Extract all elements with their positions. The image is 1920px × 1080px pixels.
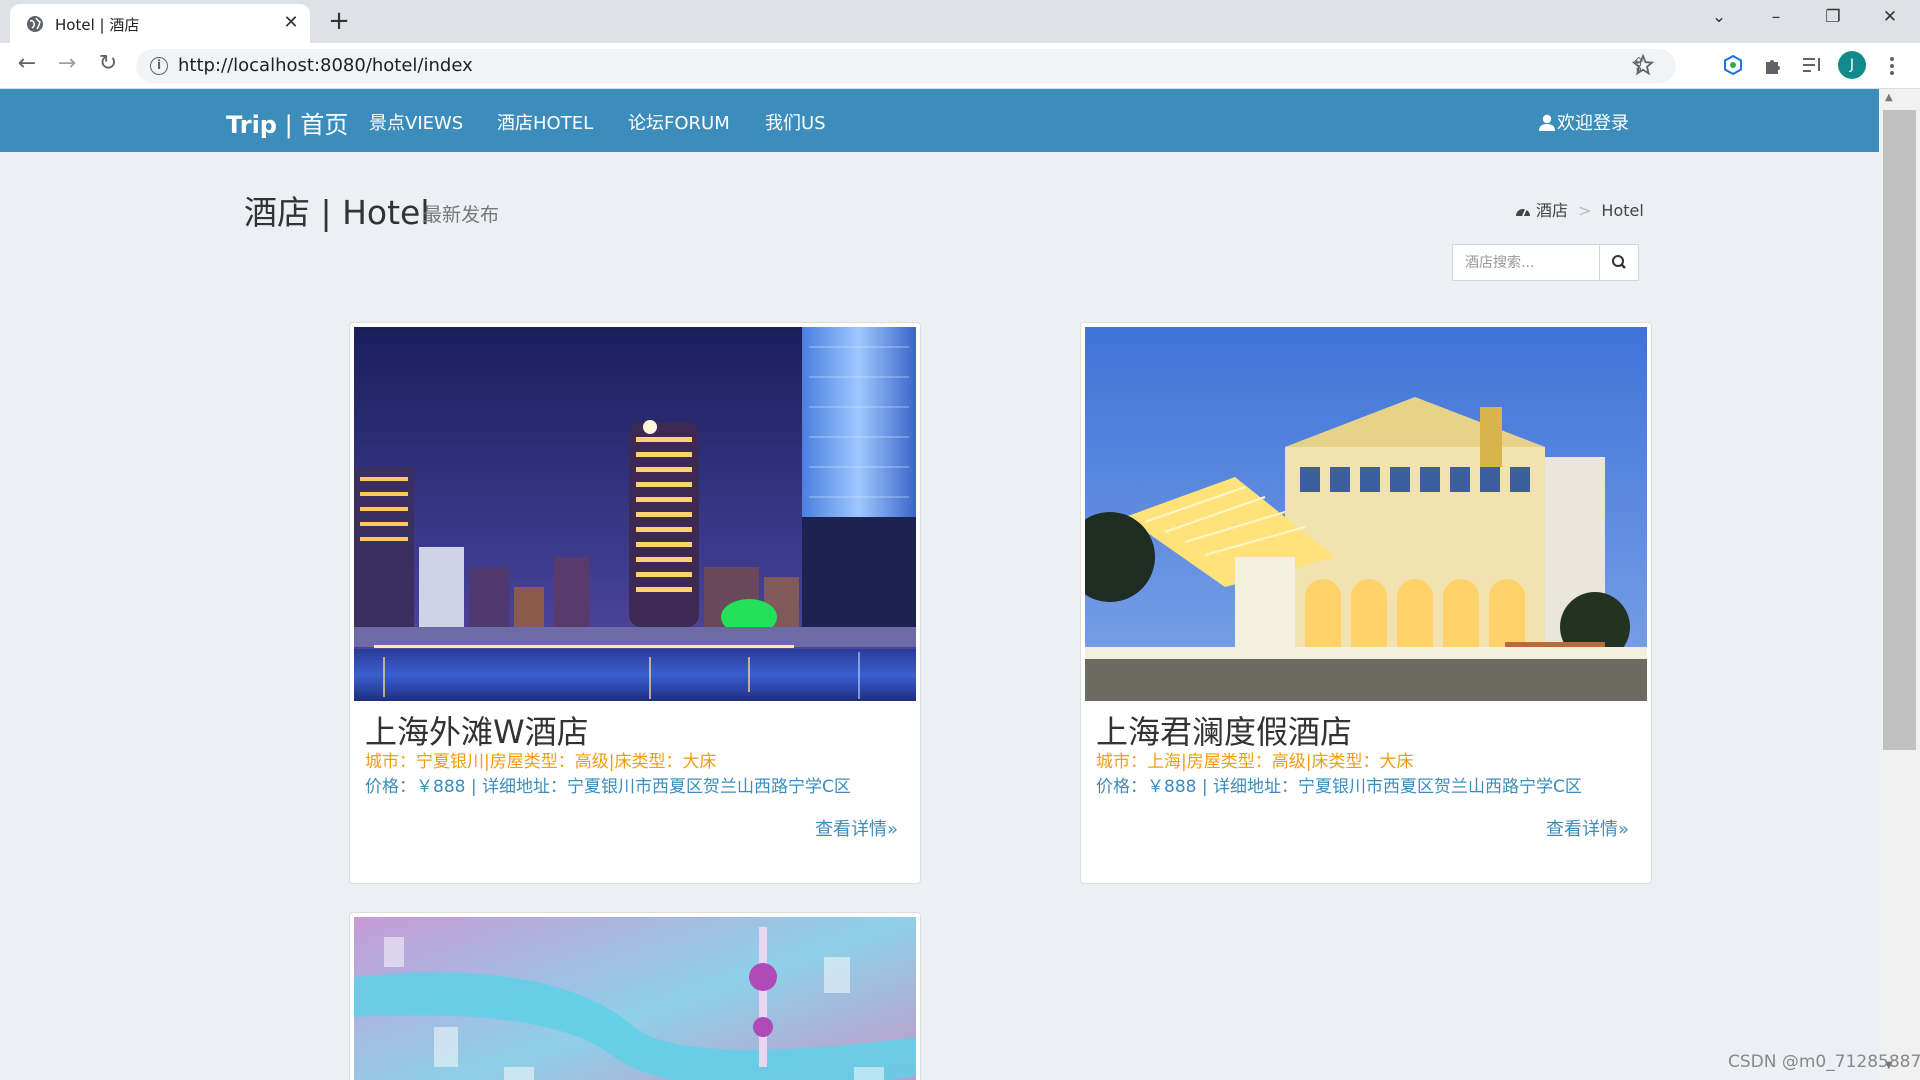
login-label: 欢迎登录: [1557, 113, 1629, 134]
new-tab-button[interactable]: +: [324, 6, 354, 36]
search-icon: [1612, 255, 1626, 269]
restore-button[interactable]: ❐: [1818, 7, 1848, 27]
brand-sub: | 首页: [276, 111, 349, 139]
view-details-link[interactable]: 查看详情»: [1546, 815, 1629, 841]
extension-hexagon-icon[interactable]: [1722, 54, 1744, 76]
browser-tab-strip: Hotel | 酒店 ✕ + ⌄ – ❐ ✕: [0, 0, 1920, 43]
globe-icon: [27, 16, 43, 32]
breadcrumb-current: Hotel: [1601, 201, 1644, 220]
hotel-price-address: 价格：￥888 | 详细地址：宁夏银川市西夏区贺兰山西路宁学C区: [1096, 777, 1582, 797]
login-link[interactable]: 欢迎登录: [1539, 109, 1629, 135]
brand-link[interactable]: Trip | 首页: [226, 105, 348, 140]
page-title: 酒店 | Hotel: [244, 193, 430, 232]
site-info-icon[interactable]: i: [150, 57, 168, 75]
breadcrumb: 酒店 > Hotel: [1515, 197, 1644, 221]
minimize-button[interactable]: –: [1761, 7, 1791, 27]
csdn-watermark: CSDN @m0_71285887: [1728, 1052, 1920, 1072]
extensions-puzzle-icon[interactable]: [1762, 54, 1784, 76]
browser-toolbar: ← → ↻ i http://localhost:8080/hotel/inde…: [0, 43, 1920, 89]
dashboard-icon: [1516, 208, 1530, 217]
site-navbar: Trip | 首页 景点VIEWS 酒店HOTEL 论坛FORUM 我们US 欢…: [0, 89, 1879, 152]
bookmark-star-icon[interactable]: [1632, 54, 1654, 76]
hotel-search-input[interactable]: [1453, 245, 1599, 280]
nav-item-us[interactable]: 我们US: [765, 109, 826, 135]
hotel-card: 上海外滩W酒店 城市：宁夏银川|房屋类型：高级|床类型：大床 价格：￥888 |…: [349, 322, 921, 884]
hotel-photo-resort-exterior[interactable]: [1085, 327, 1647, 701]
hotel-meta: 城市：上海|房屋类型：高级|床类型：大床: [1096, 752, 1414, 772]
hotel-search-form: [1452, 244, 1639, 281]
view-details-link[interactable]: 查看详情»: [815, 815, 898, 841]
hotel-meta: 城市：宁夏银川|房屋类型：高级|床类型：大床: [365, 752, 717, 772]
address-bar[interactable]: i http://localhost:8080/hotel/index ⇪: [136, 49, 1676, 83]
scroll-up-arrow-icon[interactable]: ▲: [1885, 92, 1893, 103]
search-button[interactable]: [1599, 245, 1638, 280]
tab-close-icon[interactable]: ✕: [280, 12, 302, 33]
hotel-photo-shanghai-bund-night[interactable]: [354, 327, 916, 701]
close-window-button[interactable]: ✕: [1875, 7, 1905, 27]
hotel-price-address: 价格：￥888 | 详细地址：宁夏银川市西夏区贺兰山西路宁学C区: [365, 777, 851, 797]
nav-item-views[interactable]: 景点VIEWS: [369, 109, 463, 135]
nav-item-forum[interactable]: 论坛FORUM: [628, 109, 730, 135]
breadcrumb-home[interactable]: 酒店: [1536, 201, 1568, 220]
user-icon: [1539, 114, 1555, 131]
scrollbar-thumb[interactable]: [1883, 110, 1916, 750]
hotel-photo-city-aerial[interactable]: [354, 917, 916, 1080]
nav-item-hotel[interactable]: 酒店HOTEL: [497, 109, 593, 135]
browser-tab[interactable]: Hotel | 酒店 ✕: [10, 4, 310, 43]
reload-button[interactable]: ↻: [93, 51, 123, 76]
brand-main: Trip: [226, 111, 277, 139]
breadcrumb-separator: >: [1578, 201, 1592, 220]
url-text[interactable]: http://localhost:8080/hotel/index: [178, 55, 473, 76]
hotel-card: 上海君澜度假酒店 城市：上海|房屋类型：高级|床类型：大床 价格：￥888 | …: [1080, 322, 1652, 884]
back-button[interactable]: ←: [12, 51, 42, 76]
forward-button[interactable]: →: [52, 51, 82, 76]
hotel-card: [349, 912, 921, 1080]
profile-avatar[interactable]: J: [1838, 51, 1866, 79]
page-subtitle: 最新发布: [423, 204, 500, 226]
tab-search-dropdown-icon[interactable]: ⌄: [1704, 7, 1734, 27]
tab-title: Hotel | 酒店: [55, 16, 140, 34]
reading-list-icon[interactable]: [1801, 55, 1823, 75]
browser-menu-icon[interactable]: [1888, 55, 1896, 77]
